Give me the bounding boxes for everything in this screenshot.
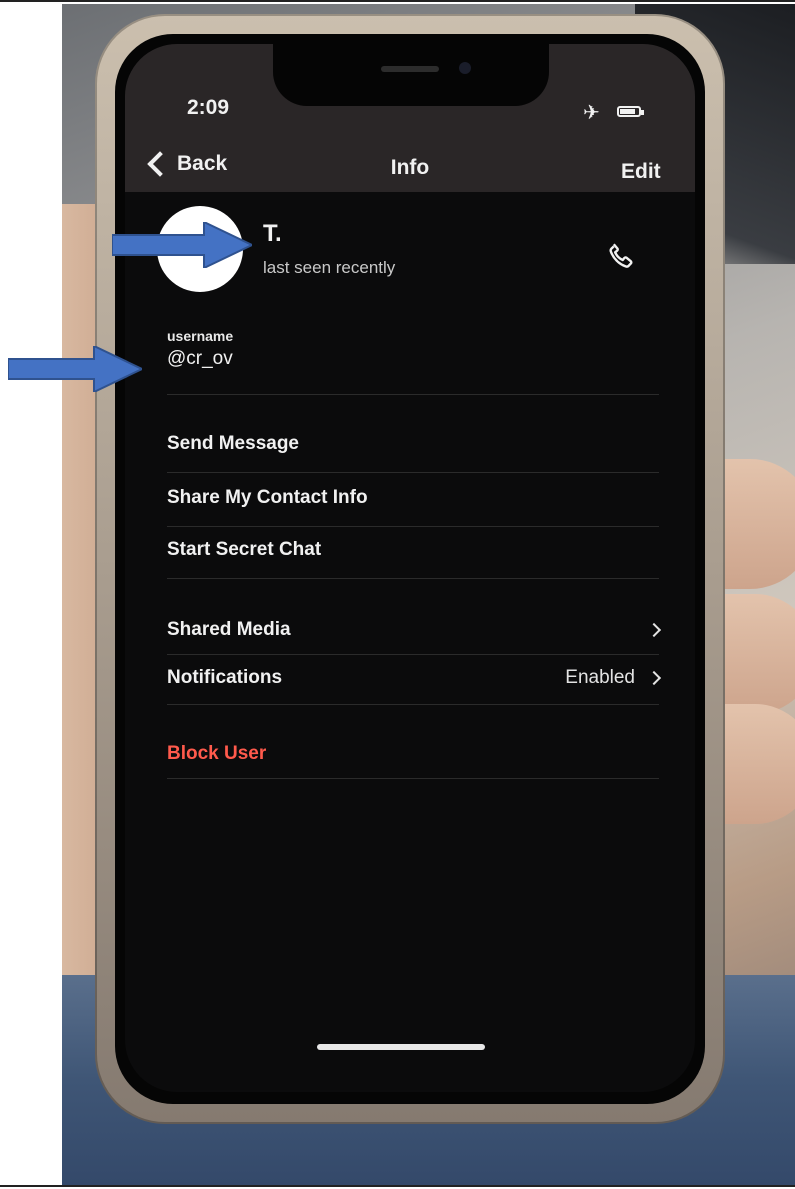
divider bbox=[167, 578, 659, 579]
shared-media-item[interactable]: Shared Media bbox=[167, 610, 662, 650]
divider bbox=[167, 394, 659, 395]
annotation-arrow-username bbox=[8, 346, 142, 392]
divider bbox=[167, 654, 659, 655]
bottom-rule bbox=[0, 1185, 795, 1187]
phone-screen: 2:09 ✈ Back Info Edit T. last seen recen… bbox=[125, 44, 695, 1092]
battery-icon bbox=[617, 106, 644, 117]
annotation-arrow-name bbox=[112, 222, 252, 268]
row-label: Notifications bbox=[167, 667, 283, 688]
username-label: username bbox=[167, 328, 234, 344]
divider bbox=[167, 778, 659, 779]
row-label: Send Message bbox=[167, 433, 299, 454]
home-indicator[interactable] bbox=[317, 1044, 485, 1050]
top-rule bbox=[0, 0, 795, 2]
block-user-label: Block User bbox=[167, 743, 267, 764]
divider bbox=[167, 704, 659, 705]
start-secret-chat-button[interactable]: Start Secret Chat bbox=[167, 530, 659, 570]
phone-call-icon[interactable] bbox=[605, 240, 637, 272]
send-message-button[interactable]: Send Message bbox=[167, 424, 659, 464]
username-value: @cr_ov bbox=[167, 348, 233, 369]
row-label: Share My Contact Info bbox=[167, 487, 368, 508]
front-camera bbox=[459, 62, 471, 74]
notch bbox=[273, 44, 549, 106]
divider bbox=[167, 526, 659, 527]
contact-name: T. bbox=[263, 220, 282, 247]
airplane-icon: ✈ bbox=[583, 102, 600, 124]
edit-button[interactable]: Edit bbox=[621, 160, 661, 184]
speaker bbox=[381, 66, 439, 72]
chevron-right-icon bbox=[646, 670, 662, 686]
block-user-button[interactable]: Block User bbox=[167, 734, 659, 774]
share-contact-button[interactable]: Share My Contact Info bbox=[167, 478, 659, 518]
notifications-value: Enabled bbox=[565, 667, 635, 688]
last-seen-status: last seen recently bbox=[263, 258, 396, 277]
row-label: Shared Media bbox=[167, 619, 291, 640]
status-time: 2:09 bbox=[187, 96, 230, 119]
nav-bar: Back Info Edit bbox=[125, 144, 695, 192]
chevron-right-icon bbox=[646, 622, 662, 638]
divider bbox=[167, 472, 659, 473]
username-block[interactable]: username @cr_ov bbox=[167, 328, 233, 370]
notifications-item[interactable]: Notifications Enabled bbox=[167, 658, 662, 698]
page-title: Info bbox=[390, 156, 430, 179]
row-label: Start Secret Chat bbox=[167, 539, 322, 560]
